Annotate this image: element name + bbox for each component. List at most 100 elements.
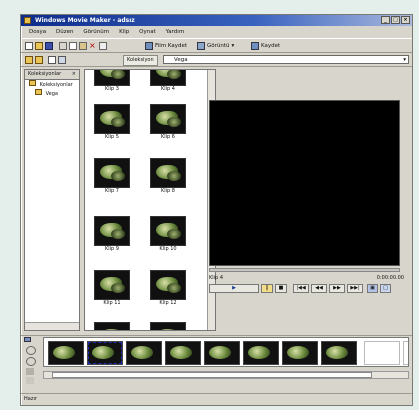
zoom-out-icon[interactable] (26, 357, 36, 366)
clip-item[interactable]: Klip 4 (149, 70, 187, 93)
previous-clip-button[interactable]: |◀◀ (293, 284, 309, 293)
scrollbar-thumb[interactable] (52, 372, 372, 378)
storyboard-clip[interactable] (321, 341, 357, 365)
storyboard-empty-slot[interactable] (364, 341, 400, 365)
close-pane-icon[interactable]: × (72, 70, 76, 79)
folder-icon (29, 80, 36, 86)
menu-view[interactable]: Görünüm (83, 29, 109, 35)
tree-item-root[interactable]: Koleksiyonlar (25, 80, 79, 89)
menu-play[interactable]: Oynat (139, 29, 156, 35)
storyboard-clip[interactable] (165, 341, 201, 365)
close-button[interactable]: × (401, 16, 410, 24)
forward-icon: ▶▶ (333, 285, 341, 291)
record-icon (145, 41, 153, 50)
rewind-button[interactable]: ◀◀ (311, 284, 327, 293)
next-icon: ▶▶| (350, 285, 360, 291)
rewind-icon: ◀◀ (315, 285, 323, 291)
storyboard-clip[interactable] (87, 341, 123, 365)
storyboard-clip[interactable] (282, 341, 318, 365)
split-button[interactable]: ▣ (367, 284, 378, 293)
storyboard-clip[interactable] (48, 341, 84, 365)
menu-clip[interactable]: Klip (119, 29, 129, 35)
zoom-in-icon[interactable] (26, 346, 36, 355)
view-dropdown[interactable]: Görüntü ▾ (197, 41, 234, 50)
up-folder-icon[interactable] (35, 55, 43, 64)
save-button[interactable]: Kaydet (251, 41, 280, 50)
minimize-button[interactable]: _ (381, 16, 390, 24)
cut-icon[interactable] (59, 41, 67, 50)
storyboard (43, 337, 409, 367)
app-icon (24, 17, 31, 24)
clip-item[interactable]: Klip 12 (149, 270, 187, 307)
menu-help[interactable]: Yardım (166, 29, 185, 35)
paste-icon[interactable] (79, 41, 87, 50)
title-bar[interactable]: Windows Movie Maker - adsız _ □ × (21, 15, 412, 26)
save-movie-icon (251, 41, 259, 50)
open-folder-icon[interactable] (35, 41, 43, 50)
clip-item[interactable] (93, 322, 131, 330)
collection-value: Vega (174, 57, 188, 63)
menu-edit[interactable]: Düzen (56, 29, 73, 35)
clip-item[interactable]: Klip 5 (93, 104, 131, 141)
clip-item[interactable]: Klip 7 (93, 158, 131, 195)
record-label: Film Kaydet (155, 42, 188, 49)
clip-item[interactable]: Klip 6 (149, 104, 187, 141)
clip-thumbnail (94, 270, 130, 300)
clip-item[interactable]: Klip 10 (149, 216, 187, 253)
seek-bar[interactable] (209, 268, 400, 272)
main-toolbar: × Film Kaydet Görüntü ▾ Kaydet (21, 38, 412, 53)
timeline-scrollbar[interactable] (43, 371, 409, 379)
storyboard-empty-slot[interactable] (403, 341, 408, 365)
clip-item[interactable]: Klip 9 (93, 216, 131, 253)
clip-thumbnail (150, 70, 186, 86)
chevron-down-icon: ▾ (231, 42, 235, 49)
split-icon: ▣ (370, 285, 375, 291)
maximize-button[interactable]: □ (391, 16, 400, 24)
tree-horizontal-scrollbar[interactable] (25, 322, 79, 330)
storyboard-clip[interactable] (126, 341, 162, 365)
fullscreen-button[interactable]: □ (380, 284, 391, 293)
clip-thumbnail (150, 322, 186, 330)
play-icon: ▶ (232, 285, 236, 291)
timeline-icon[interactable] (24, 337, 31, 342)
collections-tree: Koleksiyonlar × Koleksiyonlar Vega (24, 69, 80, 331)
timeline-side-controls (23, 344, 39, 394)
copy-icon[interactable] (69, 41, 77, 50)
play-button[interactable]: ▶ (209, 284, 259, 293)
save-disk-icon[interactable] (45, 41, 53, 50)
collection-folder-icon[interactable] (25, 55, 33, 64)
clip-item[interactable] (149, 322, 187, 330)
collections-toolbar: Koleksiyon Vega ▾ (21, 53, 412, 67)
forward-button[interactable]: ▶▶ (329, 284, 345, 293)
previous-icon: |◀◀ (296, 285, 306, 291)
clip-thumbnail (94, 104, 130, 134)
clip-item[interactable]: Klip 3 (93, 70, 131, 93)
audio-levels-icon[interactable] (26, 377, 34, 384)
preview-clip-label: Klip 4 (209, 275, 224, 281)
clip-item[interactable]: Klip 11 (93, 270, 131, 307)
views-icon[interactable] (58, 55, 66, 64)
delete-icon[interactable]: × (89, 41, 97, 50)
new-collection-icon[interactable] (48, 55, 56, 64)
record-narration-icon[interactable] (26, 368, 34, 375)
pause-icon: ‖ (265, 285, 269, 291)
record-button[interactable]: Film Kaydet (145, 41, 187, 50)
pause-button[interactable]: ‖ (261, 284, 273, 293)
stop-icon: ■ (278, 285, 284, 291)
storyboard-clip[interactable] (204, 341, 240, 365)
fullscreen-icon: □ (383, 285, 388, 291)
tree-item-vega[interactable]: Vega (25, 89, 79, 98)
tree-header-label: Koleksiyonlar (28, 71, 62, 77)
save-label: Kaydet (261, 42, 281, 49)
new-file-icon[interactable] (25, 41, 33, 50)
menu-file[interactable]: Dosya (29, 29, 46, 35)
clip-thumbnail (150, 104, 186, 134)
collection-dropdown[interactable]: Vega ▾ (163, 55, 409, 64)
folder-icon (35, 89, 42, 95)
clip-item[interactable]: Klip 8 (149, 158, 187, 195)
stop-button[interactable]: ■ (275, 284, 287, 293)
next-clip-button[interactable]: ▶▶| (347, 284, 363, 293)
clip-thumbnail (94, 158, 130, 188)
storyboard-clip[interactable] (243, 341, 279, 365)
properties-icon[interactable] (99, 41, 107, 50)
